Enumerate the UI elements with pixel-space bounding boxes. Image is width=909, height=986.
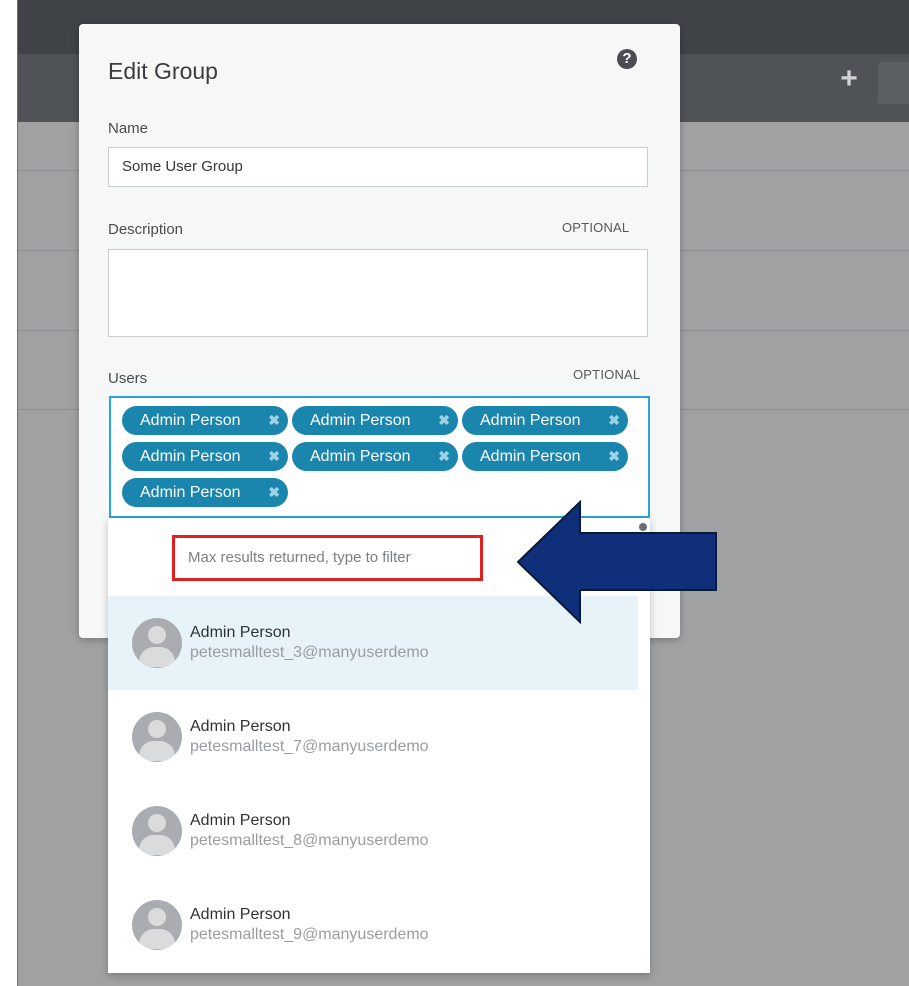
result-item[interactable]: Admin Person petesmalltest_9@manyuserdem… bbox=[108, 878, 638, 972]
user-chip[interactable]: Admin Person ✖ bbox=[292, 442, 458, 471]
plus-icon[interactable]: + bbox=[836, 64, 862, 94]
group-name-input[interactable]: Some User Group bbox=[108, 147, 648, 187]
user-avatar-icon bbox=[132, 618, 182, 668]
user-chip-label: Admin Person bbox=[140, 484, 241, 501]
description-label: Description bbox=[108, 221, 184, 238]
users-optional-tag: OPTIONAL bbox=[573, 367, 641, 382]
user-chip[interactable]: Admin Person ✖ bbox=[462, 406, 628, 435]
user-chip-label: Admin Person bbox=[480, 412, 581, 429]
result-email: petesmalltest_8@manyuserdemo bbox=[190, 832, 429, 849]
description-textarea[interactable] bbox=[108, 249, 648, 337]
result-name: Admin Person bbox=[190, 718, 291, 735]
user-chip-label: Admin Person bbox=[140, 412, 241, 429]
remove-x-icon[interactable]: ✖ bbox=[268, 406, 280, 435]
remove-x-icon[interactable]: ✖ bbox=[268, 478, 280, 507]
remove-x-icon[interactable]: ✖ bbox=[608, 406, 620, 435]
user-chip-label: Admin Person bbox=[310, 448, 411, 465]
remove-x-icon[interactable]: ✖ bbox=[438, 442, 450, 471]
users-label: Users bbox=[108, 370, 148, 387]
user-chip-label: Admin Person bbox=[140, 448, 241, 465]
result-name: Admin Person bbox=[190, 812, 291, 829]
result-name: Admin Person bbox=[190, 624, 291, 641]
user-chip[interactable]: Admin Person ✖ bbox=[462, 442, 628, 471]
result-name: Admin Person bbox=[190, 906, 291, 923]
remove-x-icon[interactable]: ✖ bbox=[438, 406, 450, 435]
user-avatar-icon bbox=[132, 712, 182, 762]
help-circle-icon[interactable]: ? bbox=[617, 49, 637, 69]
user-chip[interactable]: Admin Person ✖ bbox=[122, 406, 288, 435]
user-chip[interactable]: Admin Person ✖ bbox=[122, 442, 288, 471]
dialog-title: Edit Group bbox=[108, 58, 218, 84]
left-arrow-icon bbox=[516, 500, 717, 624]
user-chip[interactable]: Admin Person ✖ bbox=[292, 406, 458, 435]
result-item[interactable]: Admin Person petesmalltest_7@manyuserdem… bbox=[108, 690, 638, 784]
user-avatar-icon bbox=[132, 900, 182, 950]
user-chip[interactable]: Admin Person ✖ bbox=[122, 478, 288, 507]
name-label: Name bbox=[108, 120, 149, 137]
header-action-button[interactable] bbox=[878, 62, 909, 104]
result-email: petesmalltest_3@manyuserdemo bbox=[190, 644, 429, 661]
filter-hint-message: Max results returned, type to filter bbox=[172, 535, 483, 581]
result-item[interactable]: Admin Person petesmalltest_8@manyuserdem… bbox=[108, 784, 638, 878]
result-email: petesmalltest_7@manyuserdemo bbox=[190, 738, 429, 755]
user-chip-label: Admin Person bbox=[310, 412, 411, 429]
description-optional-tag: OPTIONAL bbox=[562, 220, 630, 235]
user-avatar-icon bbox=[132, 806, 182, 856]
remove-x-icon[interactable]: ✖ bbox=[268, 442, 280, 471]
user-chip-label: Admin Person bbox=[480, 448, 581, 465]
remove-x-icon[interactable]: ✖ bbox=[608, 442, 620, 471]
result-email: petesmalltest_9@manyuserdemo bbox=[190, 926, 429, 943]
